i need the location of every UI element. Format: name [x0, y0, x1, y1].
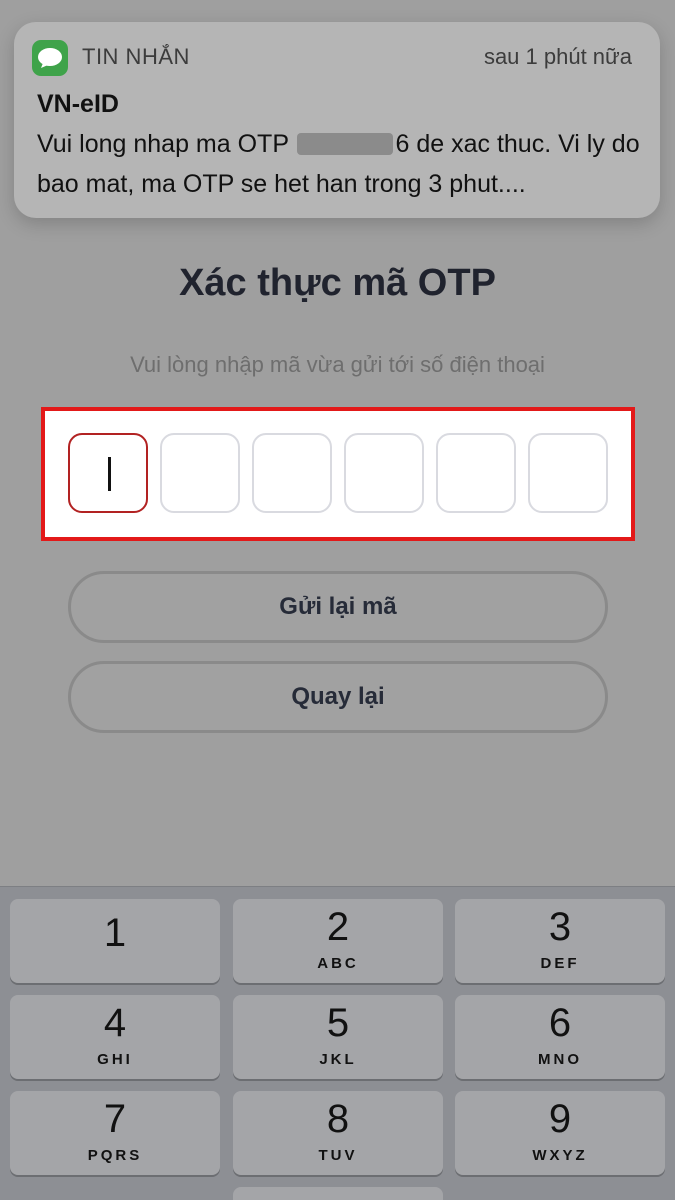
key-digit: 2	[326, 905, 350, 949]
key-2[interactable]: 2 ABC	[233, 899, 443, 983]
key-8[interactable]: 8 TUV	[233, 1091, 443, 1175]
key-digit: 5	[326, 1001, 350, 1045]
key-letters: GHI	[97, 1051, 133, 1068]
otp-digit-2[interactable]	[160, 433, 240, 513]
key-letters: JKL	[319, 1051, 357, 1068]
text-cursor	[108, 457, 111, 491]
key-0[interactable]	[233, 1187, 443, 1200]
notification-app-name: TIN NHẮN	[82, 44, 190, 69]
key-digit: 4	[103, 1001, 127, 1045]
key-4[interactable]: 4 GHI	[10, 995, 220, 1079]
otp-digit-6[interactable]	[528, 433, 608, 513]
key-digit: 9	[548, 1097, 572, 1141]
notification-body-start: Vui long nhap ma OTP	[37, 130, 296, 158]
otp-digit-3[interactable]	[252, 433, 332, 513]
back-button[interactable]: Quay lại	[68, 661, 608, 733]
key-letters: PQRS	[87, 1147, 143, 1164]
otp-digit-1[interactable]	[68, 433, 148, 513]
notification-time: sau 1 phút nữa	[483, 44, 632, 69]
key-letters: WXYZ	[532, 1147, 588, 1164]
key-3[interactable]: 3 DEF	[455, 899, 665, 983]
key-digit: 6	[548, 1001, 572, 1045]
numeric-keypad: 1 2 ABC 3 DEF 4 GHI 5 JKL 6 MNO 7 PQRS 8…	[0, 886, 675, 1200]
resend-code-button[interactable]: Gửi lại mã	[68, 571, 608, 643]
notification-body-redacted-tail: 6	[395, 130, 410, 158]
redacted-otp-code	[297, 133, 394, 155]
key-letters: DEF	[540, 955, 580, 972]
notification-sender: VN-eID	[37, 90, 119, 118]
key-digit: 8	[326, 1097, 350, 1141]
page-title: Xác thực mã OTP	[179, 262, 496, 304]
key-6[interactable]: 6 MNO	[455, 995, 665, 1079]
notification-body: Vui long nhap ma OTP 6 de xac thuc. Vi l…	[37, 124, 647, 204]
key-letters: TUV	[318, 1147, 358, 1164]
key-letters: MNO	[538, 1051, 582, 1068]
key-1[interactable]: 1	[10, 899, 220, 983]
otp-verification-screen: TIN NHẮN sau 1 phút nữa VN-eID Vui long …	[0, 0, 675, 1200]
sms-notification[interactable]: TIN NHẮN sau 1 phút nữa VN-eID Vui long …	[14, 22, 660, 218]
status-bar	[0, 0, 675, 12]
key-7[interactable]: 7 PQRS	[10, 1091, 220, 1175]
messages-icon	[32, 40, 68, 76]
otp-input-group	[41, 407, 635, 541]
key-letters: ABC	[317, 955, 359, 972]
key-digit: 7	[103, 1097, 127, 1141]
otp-digit-4[interactable]	[344, 433, 424, 513]
otp-digit-5[interactable]	[436, 433, 516, 513]
key-digit: 3	[548, 905, 572, 949]
page-subtitle: Vui lòng nhập mã vừa gửi tới số điện tho…	[130, 352, 545, 377]
key-9[interactable]: 9 WXYZ	[455, 1091, 665, 1175]
key-digit: 1	[103, 911, 127, 955]
key-5[interactable]: 5 JKL	[233, 995, 443, 1079]
